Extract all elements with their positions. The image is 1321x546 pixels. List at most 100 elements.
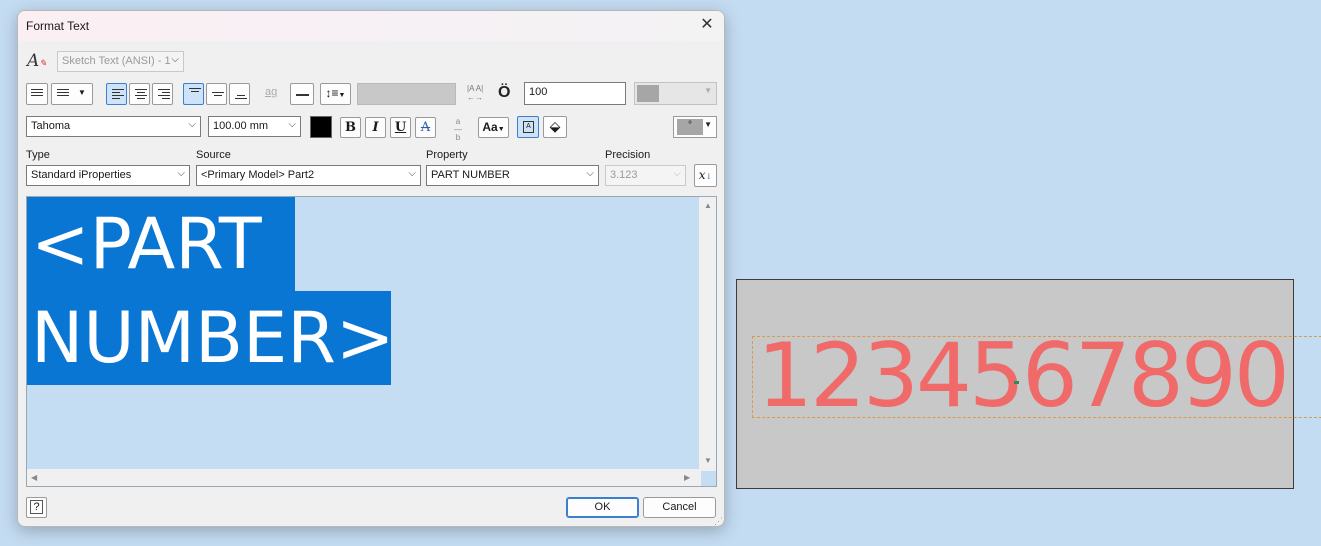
horizontal-scrollbar[interactable]: ◀ ▶ bbox=[27, 469, 701, 486]
text-case-button[interactable]: Aa▼ bbox=[478, 117, 509, 138]
stretch-input[interactable]: 100 bbox=[524, 82, 626, 105]
scroll-down-icon[interactable]: ▼ bbox=[704, 456, 712, 465]
color-swatch bbox=[637, 85, 659, 102]
valign-top-icon bbox=[189, 88, 201, 94]
type-select[interactable]: Standard iProperties ⌵ bbox=[26, 165, 190, 186]
text-style-value: Sketch Text (ANSI) - 1 bbox=[62, 55, 171, 67]
add-field-button[interactable]: x↓ bbox=[694, 164, 717, 187]
chevron-down-icon: ⌵ bbox=[188, 119, 196, 130]
stretch-value: 100 bbox=[529, 86, 548, 98]
line-icon bbox=[296, 94, 309, 96]
chevron-down-icon: ⌵ bbox=[177, 168, 185, 179]
numbered-list-button[interactable]: ▼ bbox=[51, 83, 93, 105]
chevron-down-icon: ▼ bbox=[704, 120, 712, 129]
precision-value: 3.123 bbox=[610, 169, 638, 181]
character-spacing-icon: |A A| ←→ bbox=[467, 84, 484, 102]
align-center-button[interactable] bbox=[129, 83, 150, 105]
property-select[interactable]: PART NUMBER ⌵ bbox=[426, 165, 599, 186]
chevron-down-icon: ▼ bbox=[497, 126, 505, 133]
fill-bucket-icon: ⬙ bbox=[549, 118, 561, 134]
source-value: <Primary Model> Part2 bbox=[201, 169, 315, 181]
symbol-swatch: ° bbox=[677, 119, 703, 135]
source-label: Source bbox=[196, 149, 231, 161]
text-anchor-point[interactable] bbox=[1014, 381, 1019, 384]
text-style-icon: A✎ bbox=[27, 51, 47, 71]
help-icon: ? bbox=[30, 500, 43, 514]
type-value: Standard iProperties bbox=[31, 169, 132, 181]
editor-line-2: NUMBER> bbox=[27, 291, 395, 385]
case-icon: ag bbox=[265, 86, 278, 98]
strikethrough-label: A bbox=[420, 120, 431, 135]
sketch-preview: 1234567890 bbox=[736, 279, 1321, 489]
text-frame-button[interactable]: A bbox=[517, 116, 539, 138]
ok-button[interactable]: OK bbox=[566, 497, 639, 518]
chevron-down-icon: ▼ bbox=[338, 92, 346, 99]
chevron-down-icon: ⌵ bbox=[586, 168, 594, 179]
text-style-select[interactable]: Sketch Text (ANSI) - 1 ⌵ bbox=[57, 51, 184, 72]
precision-select[interactable]: 3.123 ⌵ bbox=[605, 165, 686, 186]
valign-middle-button[interactable] bbox=[206, 83, 227, 105]
close-icon[interactable]: ✕ bbox=[696, 15, 718, 37]
line-button[interactable] bbox=[290, 83, 314, 105]
precision-label: Precision bbox=[605, 149, 651, 161]
resize-grip-icon[interactable]: ⋰ bbox=[714, 516, 723, 526]
chevron-down-icon: ⌵ bbox=[408, 168, 416, 179]
italic-label: I bbox=[372, 120, 379, 135]
valign-bottom-icon bbox=[235, 95, 247, 101]
line-spacing-button[interactable]: ↕≡▼ bbox=[320, 83, 351, 105]
editor-line-1: <PART bbox=[27, 197, 295, 291]
scroll-right-icon[interactable]: ▶ bbox=[684, 473, 690, 482]
bold-label: B bbox=[345, 120, 356, 135]
bullet-list-icon bbox=[31, 89, 43, 98]
cancel-button[interactable]: Cancel bbox=[643, 497, 716, 518]
color-dropdown[interactable]: ▼ bbox=[634, 82, 717, 105]
property-value: PART NUMBER bbox=[431, 169, 510, 181]
line-spacing-icon: ↕≡ bbox=[325, 86, 339, 100]
align-left-button[interactable] bbox=[106, 83, 127, 105]
title-bar: Format Text ✕ bbox=[18, 11, 724, 41]
numbered-list-icon bbox=[57, 89, 69, 98]
font-size-value: 100.00 mm bbox=[213, 120, 269, 132]
font-select[interactable]: Tahoma ⌵ bbox=[26, 116, 201, 137]
text-editor[interactable]: <PART NUMBER> ▲ ▼ ◀ ▶ bbox=[26, 196, 717, 487]
scroll-left-icon[interactable]: ◀ bbox=[31, 473, 37, 482]
valign-bottom-button[interactable] bbox=[229, 83, 250, 105]
align-center-icon bbox=[135, 89, 147, 101]
align-left-icon bbox=[112, 89, 124, 101]
format-text-dialog: Format Text ✕ A✎ Sketch Text (ANSI) - 1 … bbox=[17, 10, 725, 527]
vertical-scrollbar[interactable]: ▲ ▼ bbox=[699, 197, 716, 471]
chevron-down-icon: ▼ bbox=[78, 88, 86, 97]
italic-button[interactable]: I bbox=[365, 117, 386, 138]
symbol-dropdown[interactable]: ° ▼ bbox=[673, 116, 717, 138]
underline-button[interactable]: U bbox=[390, 117, 411, 138]
stack-icon: a — b bbox=[454, 117, 462, 142]
sketch-text[interactable]: 1234567890 bbox=[757, 326, 1290, 426]
chevron-down-icon: ⌵ bbox=[288, 119, 296, 130]
chevron-down-icon: ⌵ bbox=[171, 54, 179, 65]
strikethrough-button[interactable]: A bbox=[415, 117, 436, 138]
chevron-down-icon: ▼ bbox=[704, 86, 712, 95]
font-value: Tahoma bbox=[31, 120, 71, 132]
type-label: Type bbox=[26, 149, 50, 161]
underline-label: U bbox=[394, 120, 407, 135]
bold-button[interactable]: B bbox=[340, 117, 361, 138]
dialog-title: Format Text bbox=[26, 19, 90, 33]
background-fill-button[interactable]: ⬙ bbox=[543, 116, 567, 138]
help-button[interactable]: ? bbox=[26, 497, 47, 518]
bullet-list-button[interactable] bbox=[26, 83, 48, 105]
font-size-select[interactable]: 100.00 mm ⌵ bbox=[208, 116, 301, 137]
spacing-value-field bbox=[357, 83, 456, 105]
stretch-icon: Ö bbox=[498, 84, 511, 101]
valign-middle-icon bbox=[212, 92, 224, 98]
property-label: Property bbox=[426, 149, 468, 161]
align-right-icon bbox=[158, 89, 170, 101]
text-color-swatch[interactable] bbox=[310, 116, 332, 138]
source-select[interactable]: <Primary Model> Part2 ⌵ bbox=[196, 165, 421, 186]
insert-parameter-icon: x↓ bbox=[698, 168, 713, 182]
valign-top-button[interactable] bbox=[183, 83, 204, 105]
text-frame-icon: A bbox=[523, 121, 534, 133]
scroll-up-icon[interactable]: ▲ bbox=[704, 201, 712, 210]
chevron-down-icon: ⌵ bbox=[673, 168, 681, 179]
align-right-button[interactable] bbox=[152, 83, 173, 105]
text-case-icon: Aa bbox=[482, 120, 498, 134]
